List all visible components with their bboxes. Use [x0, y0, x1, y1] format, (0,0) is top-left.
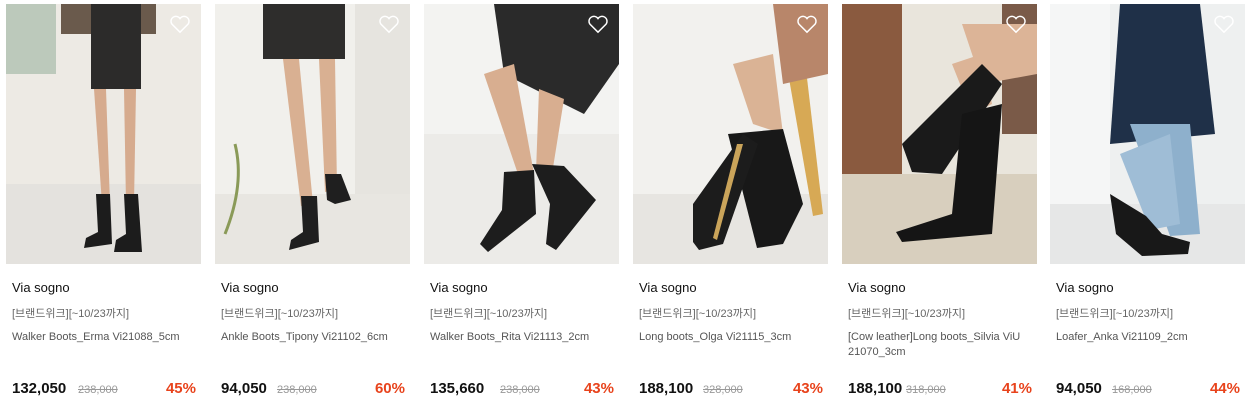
product-brand[interactable]: Via sogno: [848, 280, 906, 295]
product-card-5[interactable]: Via sogno [브랜드위크][~10/23까지] [Cow leather…: [842, 0, 1037, 403]
original-price: 328,000: [703, 384, 743, 396]
product-card-1[interactable]: Via sogno [브랜드위크][~10/23까지] Walker Boots…: [6, 0, 201, 403]
discount-rate: 60%: [374, 380, 405, 397]
heart-outline-icon[interactable]: [169, 14, 191, 34]
product-card-6[interactable]: Via sogno [브랜드위크][~10/23까지] Loafer_Anka …: [1050, 0, 1245, 403]
product-image-3[interactable]: [424, 4, 619, 264]
sale-price: 132,050: [12, 380, 67, 397]
discount-rate: 45%: [165, 380, 196, 397]
product-grid: Via sogno [브랜드위크][~10/23까지] Walker Boots…: [0, 0, 1250, 403]
heart-outline-icon[interactable]: [1213, 14, 1235, 34]
product-card-3[interactable]: Via sogno [브랜드위크][~10/23까지] Walker Boots…: [424, 0, 619, 403]
original-price: 238,000: [500, 384, 540, 396]
product-tag: [브랜드위크][~10/23까지]: [430, 308, 548, 320]
heart-outline-icon[interactable]: [796, 14, 818, 34]
product-name[interactable]: [Cow leather]Long boots_Silvia ViU 21070…: [848, 330, 1034, 360]
product-name[interactable]: Ankle Boots_Tipony Vi21102_6cm: [221, 330, 407, 345]
product-tag: [브랜드위크][~10/23까지]: [639, 308, 757, 320]
heart-outline-icon[interactable]: [378, 14, 400, 34]
discount-rate: 44%: [1209, 380, 1240, 397]
product-tag: [브랜드위크][~10/23까지]: [1056, 308, 1174, 320]
heart-outline-icon[interactable]: [587, 14, 609, 34]
product-tag: [브랜드위크][~10/23까지]: [12, 308, 130, 320]
product-name[interactable]: Walker Boots_Erma Vi21088_5cm: [12, 330, 198, 345]
sale-price: 94,050: [221, 380, 267, 397]
sale-price: 188,100: [639, 380, 694, 397]
heart-outline-icon[interactable]: [1005, 14, 1027, 34]
discount-rate: 43%: [792, 380, 823, 397]
discount-rate: 43%: [583, 380, 614, 397]
product-tag: [브랜드위크][~10/23까지]: [221, 308, 339, 320]
product-brand[interactable]: Via sogno: [1056, 280, 1114, 295]
product-card-4[interactable]: Via sogno [브랜드위크][~10/23까지] Long boots_O…: [633, 0, 828, 403]
product-image-5[interactable]: [842, 4, 1037, 264]
sale-price: 188,100: [848, 380, 903, 397]
product-name[interactable]: Long boots_Olga Vi21115_3cm: [639, 330, 825, 345]
original-price: 318,000: [906, 384, 946, 396]
product-name[interactable]: Walker Boots_Rita Vi21113_2cm: [430, 330, 616, 345]
original-price: 238,000: [78, 384, 118, 396]
product-image-6[interactable]: [1050, 4, 1245, 264]
product-image-4[interactable]: [633, 4, 828, 264]
original-price: 168,000: [1112, 384, 1152, 396]
product-image-1[interactable]: [6, 4, 201, 264]
product-card-2[interactable]: Via sogno [브랜드위크][~10/23까지] Ankle Boots_…: [215, 0, 410, 403]
product-brand[interactable]: Via sogno: [221, 280, 279, 295]
sale-price: 135,660: [430, 380, 485, 397]
product-name[interactable]: Loafer_Anka Vi21109_2cm: [1056, 330, 1242, 345]
product-image-2[interactable]: [215, 4, 410, 264]
product-brand[interactable]: Via sogno: [430, 280, 488, 295]
sale-price: 94,050: [1056, 380, 1102, 397]
discount-rate: 41%: [1001, 380, 1032, 397]
product-brand[interactable]: Via sogno: [12, 280, 70, 295]
original-price: 238,000: [277, 384, 317, 396]
product-brand[interactable]: Via sogno: [639, 280, 697, 295]
product-tag: [브랜드위크][~10/23까지]: [848, 308, 966, 320]
